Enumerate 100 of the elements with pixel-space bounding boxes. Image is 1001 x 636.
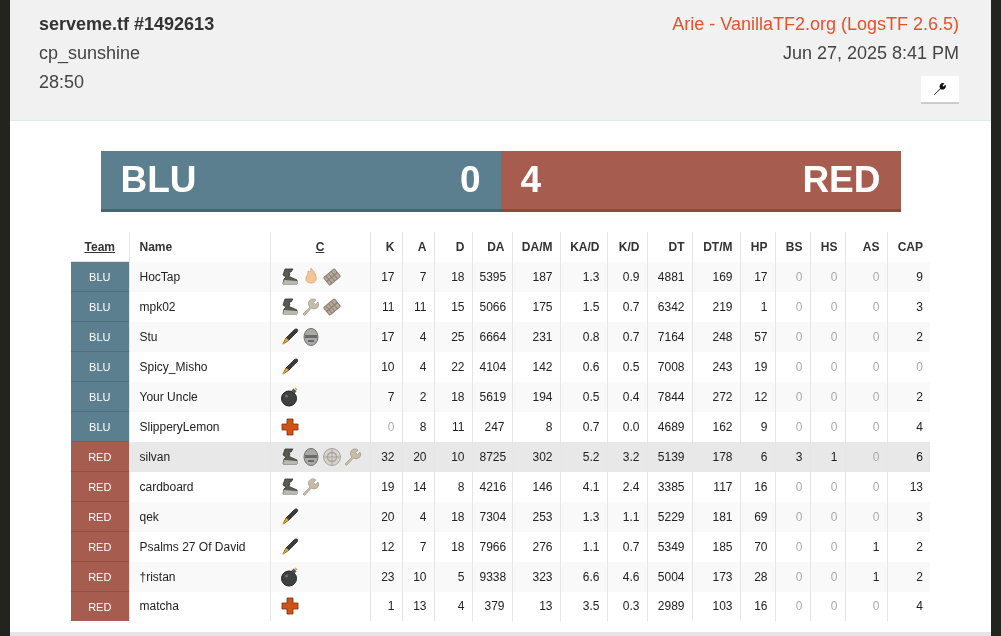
stat-cell: 4 — [402, 321, 434, 352]
boot-icon — [279, 446, 300, 467]
team-score: 0 — [459, 159, 481, 201]
player-name: SlipperyLemon — [129, 411, 270, 442]
stat-cell: 0 — [810, 291, 845, 322]
stat-cell: 103 — [692, 591, 740, 621]
column-header: A — [417, 239, 427, 254]
stat-cell: 146 — [512, 471, 560, 502]
stat-cell: 0.4 — [607, 381, 647, 412]
stat-cell: 9338 — [472, 561, 512, 592]
stat-cell: 0.0 — [607, 411, 647, 442]
stat-cell: 0.7 — [607, 321, 647, 352]
stat-cell: 4216 — [472, 471, 512, 502]
stat-cell: 4 — [402, 351, 434, 382]
stat-cell: 4.1 — [560, 471, 607, 502]
stat-cell: 19 — [370, 471, 402, 502]
team-label: BLU — [71, 381, 129, 412]
stat-cell: 0 — [775, 591, 810, 621]
column-header: HP — [750, 239, 768, 254]
stat-cell: 0 — [775, 291, 810, 322]
stat-cell: 5.2 — [560, 441, 607, 472]
stat-cell: 1.3 — [560, 501, 607, 532]
stat-cell: 0 — [887, 351, 930, 382]
team-label: BLU — [71, 291, 129, 322]
stat-cell: 0 — [845, 411, 887, 442]
rocket-icon — [279, 356, 300, 377]
stat-cell: 7 — [402, 531, 434, 562]
stat-cell: 6342 — [647, 291, 692, 322]
stat-cell: 5004 — [647, 561, 692, 592]
stat-cell: 0 — [845, 591, 887, 621]
player-name: Stu — [129, 321, 270, 352]
team-label: RED — [71, 591, 129, 621]
stat-cell: 18 — [434, 501, 472, 532]
stat-cell: 6.6 — [560, 561, 607, 592]
player-name: HocTap — [129, 261, 270, 292]
stat-cell: 7966 — [472, 531, 512, 562]
log-title: serveme.tf #1492613 — [39, 14, 215, 35]
stat-cell: 16 — [740, 471, 775, 502]
player-name: Spicy_Misho — [129, 351, 270, 382]
stat-cell: 0 — [810, 531, 845, 562]
stat-cell: 4 — [402, 501, 434, 532]
target-icon — [321, 446, 342, 467]
stat-cell: 0 — [810, 591, 845, 621]
stat-cell: 9 — [740, 411, 775, 442]
stat-cell: 57 — [740, 321, 775, 352]
boot-icon — [279, 296, 300, 317]
stat-cell: 247 — [472, 411, 512, 442]
stat-cell: 3 — [887, 291, 930, 322]
team-label: RED — [71, 501, 129, 532]
stat-cell: 28 — [740, 561, 775, 592]
stat-cell: 0 — [775, 321, 810, 352]
team-label: BLU — [71, 261, 129, 292]
player-name: †ristan — [129, 561, 270, 592]
stat-cell: 162 — [692, 411, 740, 442]
stat-cell: 243 — [692, 351, 740, 382]
stat-cell: 5619 — [472, 381, 512, 412]
bomb-icon — [279, 386, 300, 407]
team-score: 4 — [520, 159, 542, 201]
stat-cell: 9 — [887, 261, 930, 292]
stat-cell: 4 — [887, 591, 930, 621]
mask-icon — [300, 326, 321, 347]
stat-cell: 2989 — [647, 591, 692, 621]
stat-cell: 0 — [810, 411, 845, 442]
stat-cell: 117 — [692, 471, 740, 502]
stat-cell: 0 — [775, 411, 810, 442]
team-label: RED — [71, 531, 129, 562]
stat-cell: 12 — [740, 381, 775, 412]
stat-cell: 14 — [402, 471, 434, 502]
stat-cell: 0 — [775, 381, 810, 412]
column-header: D — [455, 239, 465, 254]
stat-cell: 142 — [512, 351, 560, 382]
column-sort-link[interactable]: Team — [84, 239, 115, 254]
stat-cell: 1 — [845, 531, 887, 562]
stat-cell: 5 — [434, 561, 472, 592]
stat-cell: 13 — [402, 591, 434, 621]
stat-cell: 18 — [434, 381, 472, 412]
stat-cell: 0.3 — [607, 591, 647, 621]
stat-cell: 379 — [472, 591, 512, 621]
tools-button[interactable] — [921, 76, 959, 104]
stat-cell: 10 — [402, 561, 434, 592]
column-sort-link[interactable]: C — [315, 239, 325, 254]
stat-cell: 7304 — [472, 501, 512, 532]
boot-icon — [279, 266, 300, 287]
stat-cell: 0 — [845, 441, 887, 472]
match-duration: 28:50 — [39, 72, 86, 93]
player-name: Psalms 27 Of David — [129, 531, 270, 562]
wrench-icon — [342, 446, 363, 467]
team-name: RED — [802, 159, 881, 201]
stat-cell: 178 — [692, 441, 740, 472]
stat-cell: 4104 — [472, 351, 512, 382]
stat-cell: 0 — [845, 321, 887, 352]
mask-icon — [300, 446, 321, 467]
stat-cell: 10 — [370, 351, 402, 382]
column-header: AS — [862, 239, 880, 254]
stat-cell: 0.7 — [607, 531, 647, 562]
team-label: RED — [71, 471, 129, 502]
stat-cell: 11 — [434, 411, 472, 442]
column-header: DT/M — [703, 239, 733, 254]
cross-icon — [279, 416, 300, 437]
stat-cell: 0.6 — [560, 351, 607, 382]
